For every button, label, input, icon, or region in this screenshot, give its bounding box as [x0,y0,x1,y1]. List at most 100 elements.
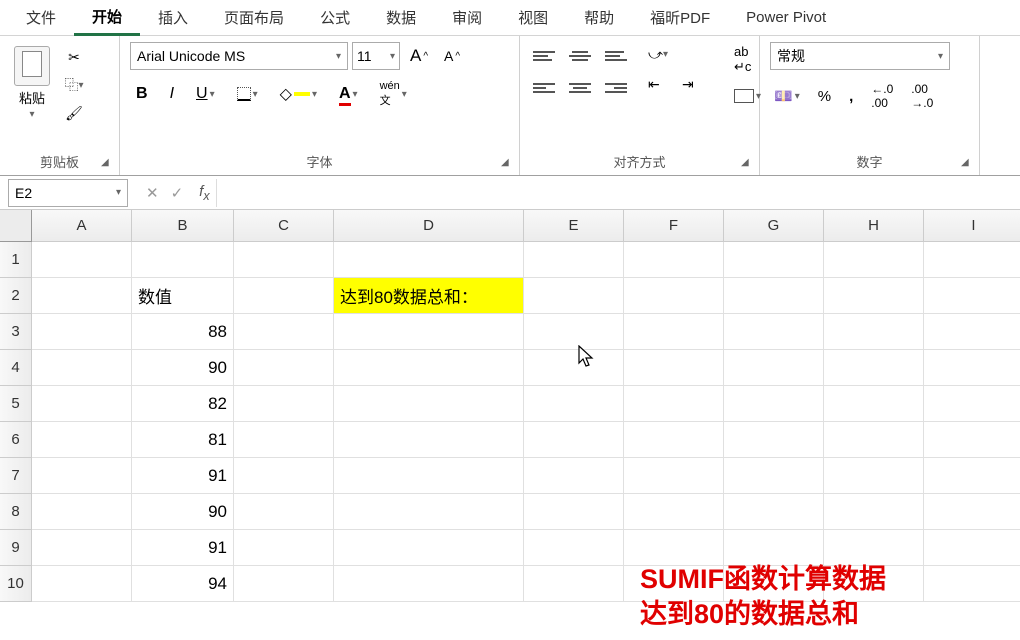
cell-C1[interactable] [234,242,334,278]
row-header-2[interactable]: 2 [0,278,32,314]
cell-B9[interactable]: 91 [132,530,234,566]
cell-I4[interactable] [924,350,1020,386]
cell-A2[interactable] [32,278,132,314]
align-right-button[interactable] [602,74,630,102]
clipboard-dialog-launcher[interactable]: ◢ [101,157,115,171]
cell-B3[interactable]: 88 [132,314,234,350]
cell-H4[interactable] [824,350,924,386]
cell-C3[interactable] [234,314,334,350]
cell-F8[interactable] [624,494,724,530]
cell-B7[interactable]: 91 [132,458,234,494]
cell-E3[interactable] [524,314,624,350]
cell-D5[interactable] [334,386,524,422]
cell-E2[interactable] [524,278,624,314]
cell-A7[interactable] [32,458,132,494]
align-bottom-button[interactable] [602,42,630,70]
align-top-button[interactable] [530,42,558,70]
tab-page-layout[interactable]: 页面布局 [206,1,302,34]
row-header-9[interactable]: 9 [0,530,32,566]
cell-B2[interactable]: 数值 [132,278,234,314]
cell-F6[interactable] [624,422,724,458]
fill-color-button[interactable]: ◇▾ [274,82,323,106]
font-color-button[interactable]: A▾ [333,83,364,105]
cell-G6[interactable] [724,422,824,458]
col-header-A[interactable]: A [32,210,132,242]
cell-I8[interactable] [924,494,1020,530]
tab-power-pivot[interactable]: Power Pivot [728,3,844,32]
cell-C7[interactable] [234,458,334,494]
tab-home[interactable]: 开始 [74,0,140,36]
align-middle-button[interactable] [566,42,594,70]
format-painter-button[interactable]: 🖌 [62,102,86,124]
col-header-D[interactable]: D [334,210,524,242]
italic-button[interactable]: I [164,83,180,105]
cell-A5[interactable] [32,386,132,422]
cell-C9[interactable] [234,530,334,566]
cell-G7[interactable] [724,458,824,494]
cell-D9[interactable] [334,530,524,566]
cell-H7[interactable] [824,458,924,494]
cell-H2[interactable] [824,278,924,314]
number-format-select[interactable]: 常规 ▾ [770,42,950,70]
cell-A8[interactable] [32,494,132,530]
col-header-G[interactable]: G [724,210,824,242]
tab-foxit-pdf[interactable]: 福昕PDF [632,1,728,34]
cell-A10[interactable] [32,566,132,602]
cell-E8[interactable] [524,494,624,530]
cell-G1[interactable] [724,242,824,278]
cell-A1[interactable] [32,242,132,278]
cell-A4[interactable] [32,350,132,386]
row-header-5[interactable]: 5 [0,386,32,422]
percent-button[interactable]: % [814,80,835,112]
cell-H10[interactable] [824,566,924,602]
cell-B1[interactable] [132,242,234,278]
fx-icon[interactable]: fx [193,183,215,203]
decrease-decimal-button[interactable]: .00→.0 [907,80,937,112]
cell-F4[interactable] [624,350,724,386]
cell-G9[interactable] [724,530,824,566]
row-header-4[interactable]: 4 [0,350,32,386]
cell-F3[interactable] [624,314,724,350]
cell-I7[interactable] [924,458,1020,494]
cell-B6[interactable]: 81 [132,422,234,458]
cell-G4[interactable] [724,350,824,386]
cell-A9[interactable] [32,530,132,566]
font-name-select[interactable]: Arial Unicode MS ▾ [130,42,348,70]
cell-B5[interactable]: 82 [132,386,234,422]
cell-B4[interactable]: 90 [132,350,234,386]
cell-C5[interactable] [234,386,334,422]
font-dialog-launcher[interactable]: ◢ [501,157,515,171]
tab-help[interactable]: 帮助 [566,1,632,34]
cell-F7[interactable] [624,458,724,494]
col-header-E[interactable]: E [524,210,624,242]
cell-C8[interactable] [234,494,334,530]
col-header-C[interactable]: C [234,210,334,242]
cell-H9[interactable] [824,530,924,566]
cell-D4[interactable] [334,350,524,386]
increase-indent-button[interactable]: ⇥ [682,72,710,96]
cell-D2[interactable]: 达到80数据总和： [334,278,524,314]
col-header-B[interactable]: B [132,210,234,242]
cell-I5[interactable] [924,386,1020,422]
increase-decimal-button[interactable]: ←.0.00 [867,80,897,112]
tab-view[interactable]: 视图 [500,1,566,34]
increase-font-button[interactable]: A^ [404,44,434,68]
cell-F9[interactable] [624,530,724,566]
cell-H8[interactable] [824,494,924,530]
cell-B8[interactable]: 90 [132,494,234,530]
cell-I1[interactable] [924,242,1020,278]
tab-data[interactable]: 数据 [368,1,434,34]
tab-formulas[interactable]: 公式 [302,1,368,34]
underline-button[interactable]: U▾ [190,83,221,105]
orientation-button[interactable]: ⤻▾ [648,42,676,66]
cell-I6[interactable] [924,422,1020,458]
cell-A3[interactable] [32,314,132,350]
cell-E10[interactable] [524,566,624,602]
cut-button[interactable]: ✂ [62,46,86,68]
cell-E7[interactable] [524,458,624,494]
cell-A6[interactable] [32,422,132,458]
row-header-3[interactable]: 3 [0,314,32,350]
accounting-format-button[interactable]: 💷▾ [770,80,804,112]
cell-H1[interactable] [824,242,924,278]
cell-G3[interactable] [724,314,824,350]
